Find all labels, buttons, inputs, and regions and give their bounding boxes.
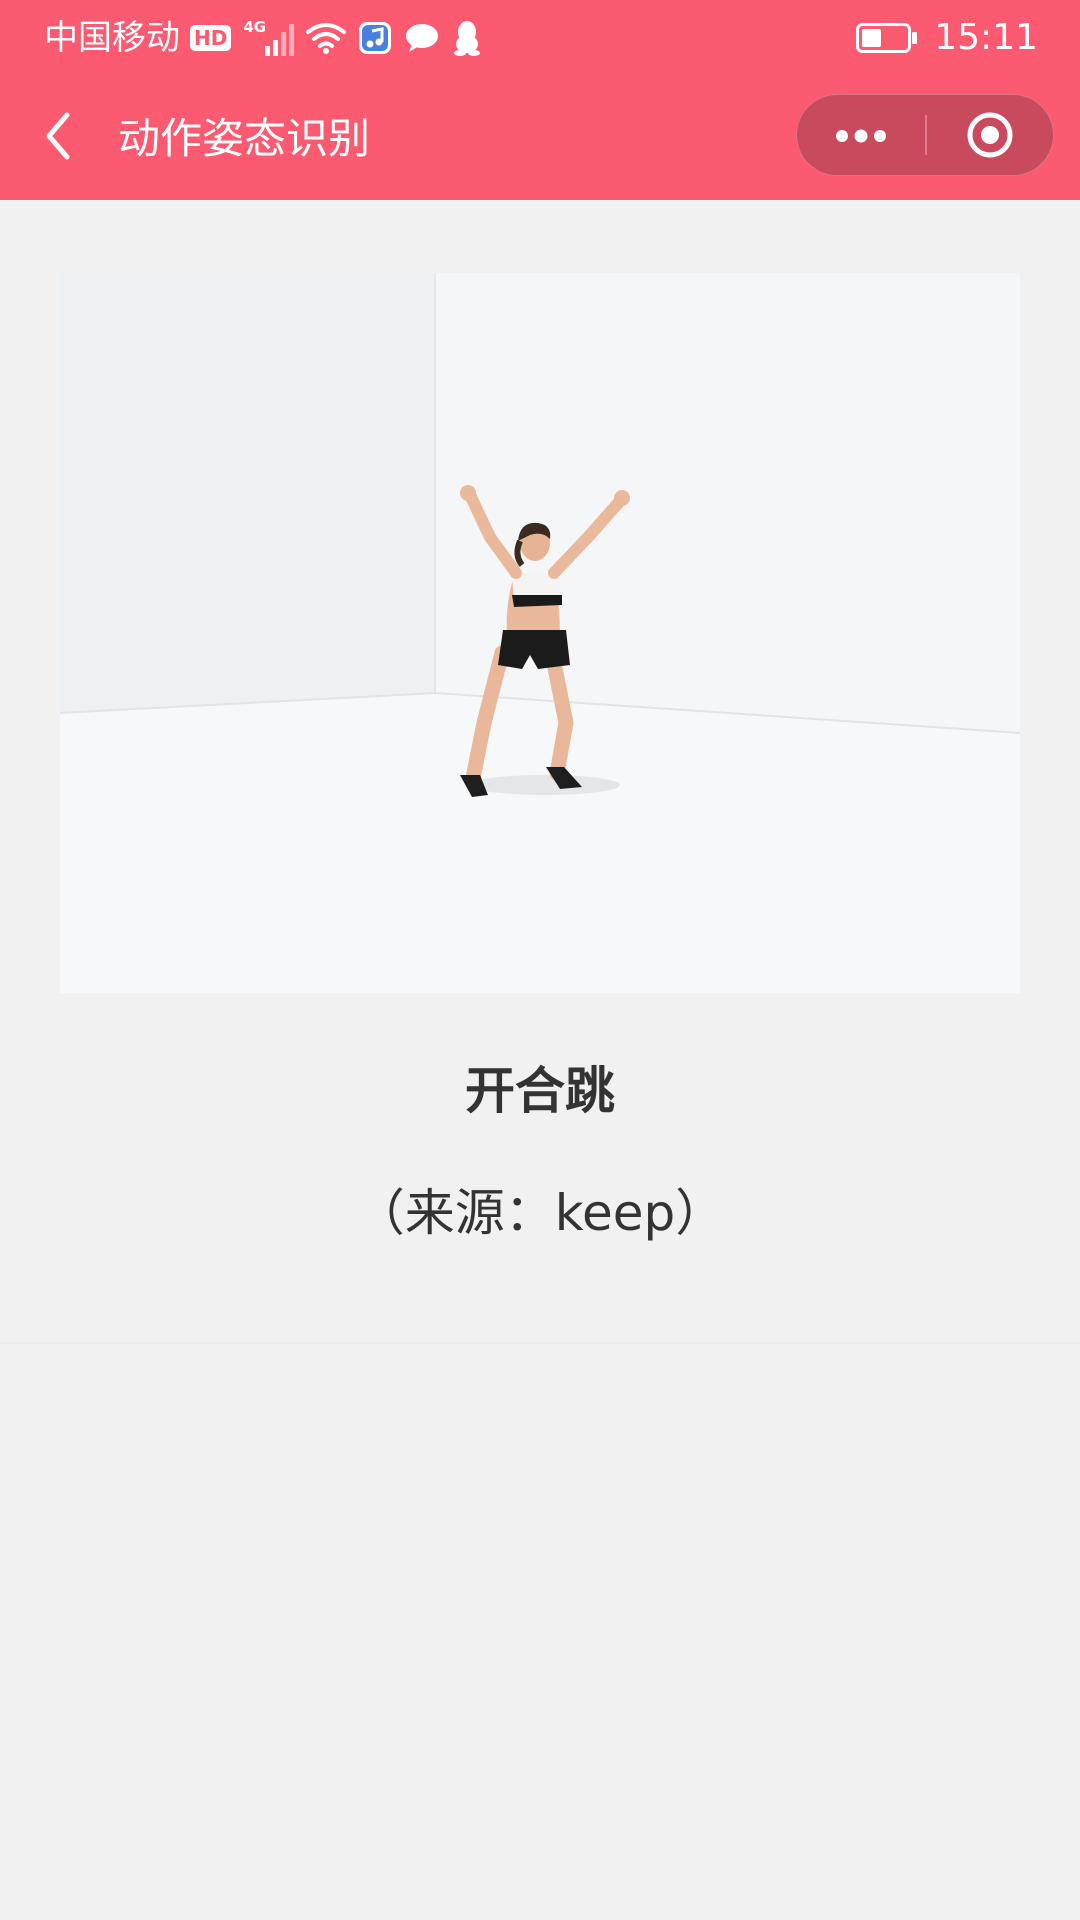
source-attribution: （来源：keep）: [354, 1184, 726, 1242]
exercise-name: 开合跳: [465, 1062, 615, 1120]
mini-program-capsule: [796, 94, 1054, 176]
status-right: 15:11: [856, 14, 1038, 62]
hd-badge: HD: [190, 25, 232, 51]
section-divider: [0, 1342, 1080, 1344]
network-type-label: 4G: [243, 18, 267, 36]
status-bar: 中国移动 HD 4G 15:11: [0, 0, 1080, 76]
more-dots-icon: [835, 128, 887, 143]
back-button[interactable]: [30, 106, 86, 166]
status-time: 15:11: [934, 17, 1038, 58]
carrier-name: 中国移动: [44, 18, 180, 58]
close-button[interactable]: [927, 95, 1053, 175]
wifi-icon: [306, 20, 347, 56]
music-app-icon: [358, 21, 392, 55]
page-title: 动作姿态识别: [118, 114, 371, 163]
qq-penguin-icon: [452, 20, 482, 56]
back-arrow-icon: [43, 111, 73, 161]
exercise-demo-image: [60, 273, 1020, 993]
chat-bubble-icon: [404, 22, 440, 54]
close-target-icon: [966, 111, 1014, 159]
signal-icon: 4G: [243, 18, 295, 56]
top-bar: 中国移动 HD 4G 15:11 动作姿态识别: [0, 0, 1080, 200]
battery-icon: [856, 23, 918, 53]
status-icons: HD 4G: [190, 16, 482, 60]
more-button[interactable]: [797, 95, 925, 175]
